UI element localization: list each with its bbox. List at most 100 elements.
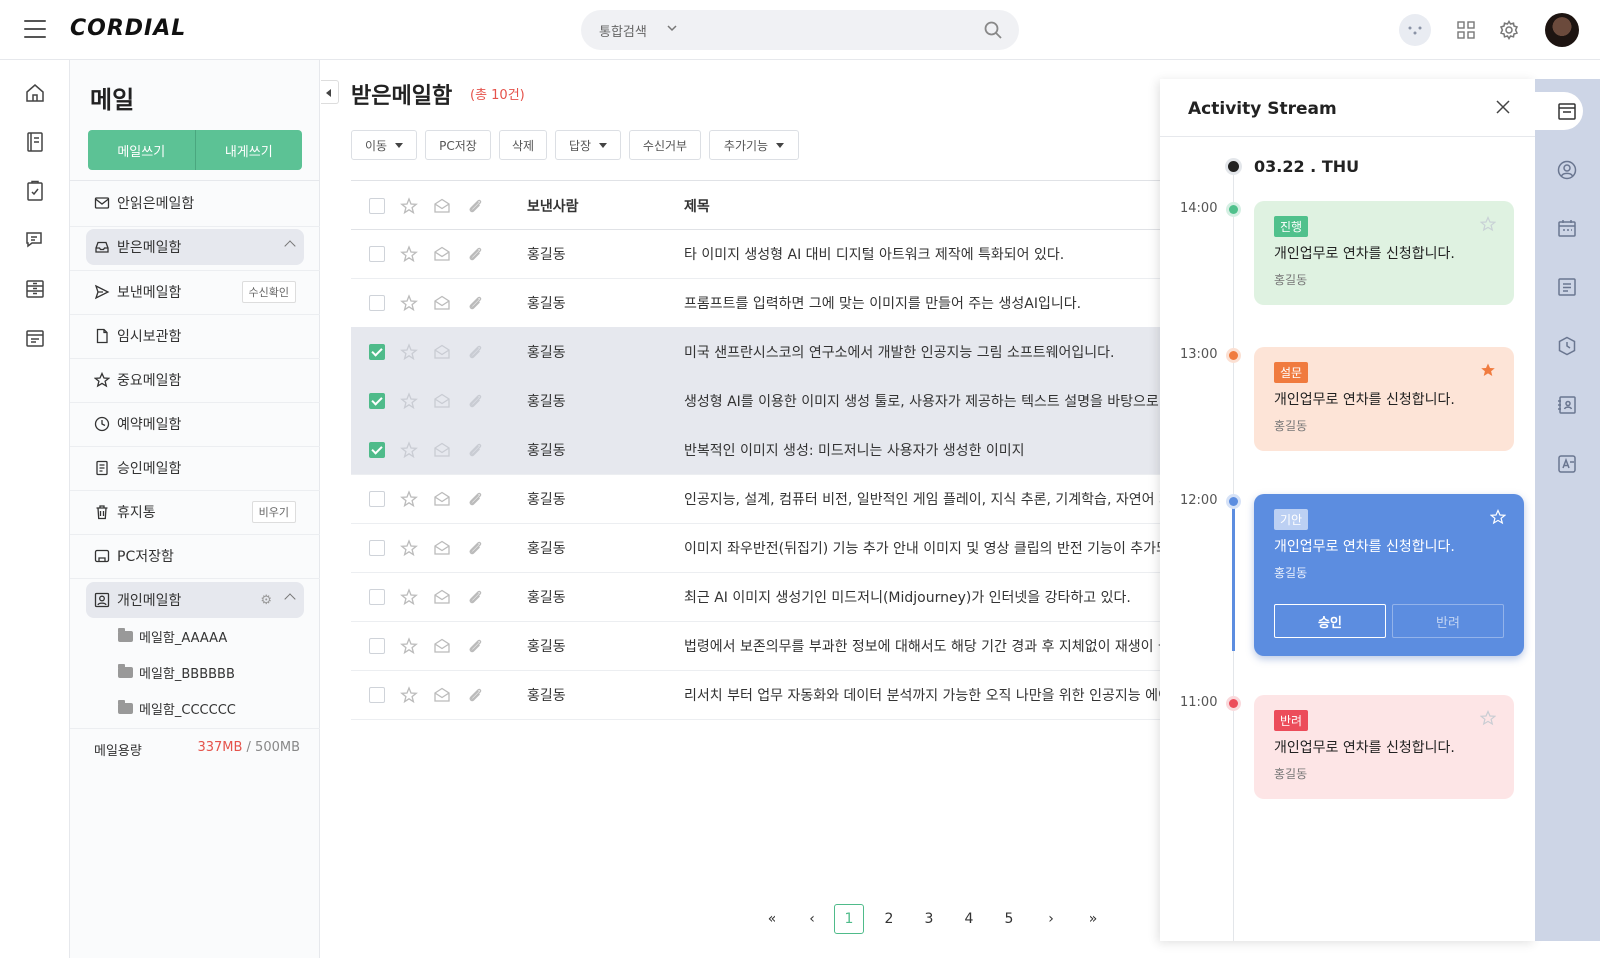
- table-row[interactable]: 홍길동 프롬프트를 입력하면 그에 맞는 이미지를 만들어 주는 생성AI입니다.: [351, 278, 1161, 328]
- activity-card[interactable]: 반려 개인업무로 연차를 신청합니다. 홍길동: [1254, 695, 1514, 799]
- row-checkbox[interactable]: [369, 344, 385, 360]
- notes-icon[interactable]: [1556, 276, 1578, 298]
- paperclip-icon[interactable]: [466, 637, 484, 655]
- table-row[interactable]: 홍길동 타 이미지 생성형 AI 대비 디지털 아트워크 제작에 특화되어 있다.: [351, 229, 1161, 279]
- reject-button[interactable]: 반려: [1392, 604, 1504, 638]
- envelope-icon[interactable]: [433, 686, 451, 704]
- more-actions-button[interactable]: 추가기능: [709, 130, 799, 160]
- star-icon[interactable]: [400, 197, 418, 215]
- paperclip-icon[interactable]: [466, 686, 484, 704]
- star-icon[interactable]: [400, 686, 418, 704]
- sidebar-collapse-button[interactable]: [321, 80, 339, 104]
- read-receipt-button[interactable]: 수신확인: [241, 281, 296, 303]
- row-checkbox[interactable]: [369, 246, 385, 262]
- row-subject[interactable]: 미국 샌프란시스코의 연구소에서 개발한 인공지능 그림 소프트웨어입니다.: [684, 342, 1160, 362]
- row-sender[interactable]: 홍길동: [527, 391, 566, 411]
- row-checkbox[interactable]: [369, 442, 385, 458]
- chat-icon[interactable]: [24, 229, 46, 251]
- paperclip-icon[interactable]: [466, 588, 484, 606]
- envelope-icon[interactable]: [433, 441, 451, 459]
- page-5[interactable]: 5: [994, 904, 1024, 934]
- row-checkbox[interactable]: [369, 540, 385, 556]
- star-icon[interactable]: [400, 245, 418, 263]
- select-all-checkbox[interactable]: [369, 198, 385, 214]
- sidebar-item-important[interactable]: 중요메일함: [86, 362, 304, 398]
- row-sender[interactable]: 홍길동: [527, 538, 566, 558]
- row-subject[interactable]: 프롬프트를 입력하면 그에 맞는 이미지를 만들어 주는 생성AI입니다.: [684, 293, 1160, 313]
- row-sender[interactable]: 홍길동: [527, 587, 566, 607]
- pc-save-button[interactable]: PC저장: [425, 130, 491, 160]
- star-icon[interactable]: [400, 588, 418, 606]
- contacts-icon[interactable]: [1556, 394, 1578, 416]
- row-subject[interactable]: 반복적인 이미지 생성: 미드저니는 사용자가 생성한 이미지: [684, 440, 1160, 460]
- task-check-icon[interactable]: [24, 180, 46, 202]
- envelope-open-icon[interactable]: [433, 197, 451, 215]
- table-row[interactable]: 홍길동 이미지 좌우반전(뒤집기) 기능 추가 안내 이미지 및 영상 클립의 반…: [351, 523, 1161, 573]
- star-icon[interactable]: [400, 441, 418, 459]
- chevron-up-icon[interactable]: [284, 240, 296, 252]
- gear-icon[interactable]: [1493, 14, 1525, 46]
- first-page-button[interactable]: «: [757, 904, 787, 934]
- sidebar-item-personal[interactable]: 개인메일함 ⚙: [86, 582, 304, 618]
- history-icon[interactable]: [1556, 335, 1578, 357]
- paperclip-icon[interactable]: [466, 294, 484, 312]
- envelope-icon[interactable]: [433, 294, 451, 312]
- activity-card[interactable]: 진행 개인업무로 연차를 신청합니다. 홍길동: [1254, 201, 1514, 305]
- row-subject[interactable]: 이미지 좌우반전(뒤집기) 기능 추가 안내 이미지 및 영상 클립의 반전 기…: [684, 538, 1160, 558]
- table-row[interactable]: 홍길동 반복적인 이미지 생성: 미드저니는 사용자가 생성한 이미지: [351, 425, 1161, 475]
- activity-stream-icon[interactable]: [1556, 100, 1578, 122]
- paperclip-icon[interactable]: [466, 490, 484, 508]
- sidebar-item-unread[interactable]: 안읽은메일함: [86, 185, 304, 221]
- move-button[interactable]: 이동: [351, 130, 417, 160]
- paperclip-icon[interactable]: [466, 245, 484, 263]
- row-sender[interactable]: 홍길동: [527, 636, 566, 656]
- paperclip-icon[interactable]: [466, 539, 484, 557]
- last-page-button[interactable]: »: [1078, 904, 1108, 934]
- star-filled-icon[interactable]: [1480, 362, 1496, 378]
- grid-icon[interactable]: [1450, 14, 1482, 46]
- table-row[interactable]: 홍길동 생성형 AI를 이용한 이미지 생성 툴로, 사용자가 제공하는 텍스트 …: [351, 376, 1161, 426]
- row-sender[interactable]: 홍길동: [527, 342, 566, 362]
- menu-icon[interactable]: [24, 20, 46, 38]
- chevron-up-icon[interactable]: [284, 593, 296, 605]
- table-row[interactable]: 홍길동 최근 AI 이미지 생성기인 미드저니(Midjourney)가 인터넷을…: [351, 572, 1161, 622]
- row-sender[interactable]: 홍길동: [527, 244, 566, 264]
- notebook-icon[interactable]: [24, 131, 46, 153]
- translate-icon[interactable]: [1556, 453, 1578, 475]
- row-subject[interactable]: 법령에서 보존의무를 부과한 정보에 대해서도 해당 기간 경과 후 지체없이 …: [684, 636, 1160, 656]
- folder-item[interactable]: 메일함_BBBBBB: [118, 657, 235, 687]
- search-scope-select[interactable]: 통합검색: [599, 21, 647, 40]
- block-sender-button[interactable]: 수신거부: [629, 130, 701, 160]
- page-4[interactable]: 4: [954, 904, 984, 934]
- paperclip-icon[interactable]: [466, 197, 484, 215]
- row-checkbox[interactable]: [369, 295, 385, 311]
- activity-card-active[interactable]: 기안 개인업무로 연차를 신청합니다. 홍길동 승인 반려: [1254, 494, 1524, 656]
- folder-item[interactable]: 메일함_AAAAA: [118, 621, 227, 651]
- row-checkbox[interactable]: [369, 687, 385, 703]
- row-subject[interactable]: 인공지능, 설계, 컴퓨터 비전, 일반적인 게임 플레이, 지식 추론, 기계…: [684, 489, 1160, 509]
- star-icon[interactable]: [1490, 509, 1506, 525]
- star-icon[interactable]: [400, 343, 418, 361]
- archive-icon[interactable]: [24, 278, 46, 300]
- row-subject[interactable]: 생성형 AI를 이용한 이미지 생성 툴로, 사용자가 제공하는 텍스트 설명을…: [684, 391, 1160, 411]
- table-row[interactable]: 홍길동 리서치 부터 업무 자동화와 데이터 분석까지 가능한 오직 나만을 위한…: [351, 670, 1161, 720]
- page-1[interactable]: 1: [834, 904, 864, 934]
- column-header-sender[interactable]: 보낸사람: [527, 196, 579, 216]
- prev-page-button[interactable]: ‹: [797, 904, 827, 934]
- sidebar-item-sent[interactable]: 보낸메일함 수신확인: [86, 274, 304, 310]
- user-avatar[interactable]: [1545, 13, 1579, 47]
- sidebar-item-trash[interactable]: 휴지통 비우기: [86, 494, 304, 530]
- search-icon[interactable]: [983, 20, 1003, 40]
- apps-dots-icon[interactable]: [1399, 14, 1431, 46]
- global-search[interactable]: 통합검색: [581, 10, 1019, 50]
- row-subject[interactable]: 리서치 부터 업무 자동화와 데이터 분석까지 가능한 오직 나만을 위한 인공…: [684, 685, 1160, 705]
- home-icon[interactable]: [24, 82, 46, 104]
- next-page-button[interactable]: ›: [1036, 904, 1066, 934]
- row-checkbox[interactable]: [369, 589, 385, 605]
- sidebar-item-inbox[interactable]: 받은메일함: [86, 229, 304, 265]
- board-icon[interactable]: [24, 327, 46, 349]
- activity-card[interactable]: 설문 개인업무로 연차를 신청합니다. 홍길동: [1254, 347, 1514, 451]
- row-checkbox[interactable]: [369, 638, 385, 654]
- sidebar-item-scheduled[interactable]: 예약메일함: [86, 406, 304, 442]
- page-2[interactable]: 2: [874, 904, 904, 934]
